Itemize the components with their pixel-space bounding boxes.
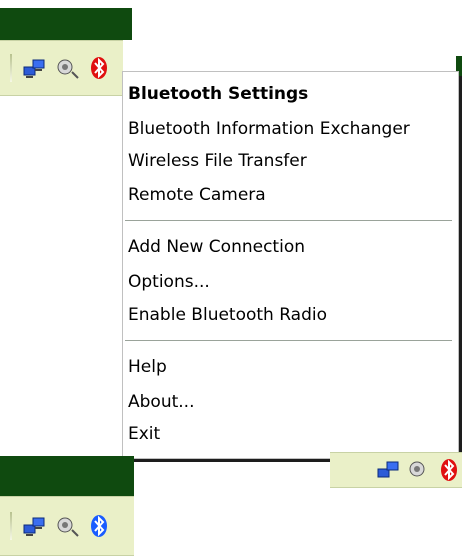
menu-item-information-exchanger[interactable]: Bluetooth Information Exchanger: [128, 117, 410, 141]
menu-item-bluetooth-settings[interactable]: Bluetooth Settings: [128, 82, 308, 106]
network-icon[interactable]: [376, 457, 402, 483]
taskbar-bottom: [0, 456, 134, 496]
volume-icon[interactable]: [406, 457, 432, 483]
menu-item-exit[interactable]: Exit: [128, 422, 160, 446]
menu-item-about[interactable]: About...: [128, 390, 194, 414]
menu-item-enable-bluetooth-radio[interactable]: Enable Bluetooth Radio: [128, 303, 327, 327]
network-icon[interactable]: [22, 55, 48, 81]
menu-item-help[interactable]: Help: [128, 355, 167, 379]
tray-grip: [10, 54, 12, 82]
menu-separator: [125, 220, 452, 222]
tray-grip: [10, 512, 12, 540]
menu-item-options[interactable]: Options...: [128, 270, 210, 294]
bluetooth-context-menu: Bluetooth Settings Bluetooth Information…: [123, 72, 458, 458]
network-icon[interactable]: [22, 513, 48, 539]
menu-item-wireless-file-transfer[interactable]: Wireless File Transfer: [128, 149, 307, 173]
bluetooth-icon[interactable]: [86, 513, 112, 539]
taskbar-top: [0, 8, 132, 40]
volume-icon[interactable]: [54, 55, 80, 81]
menu-item-add-new-connection[interactable]: Add New Connection: [128, 235, 305, 259]
bluetooth-icon[interactable]: [436, 457, 462, 483]
menu-separator: [125, 340, 452, 342]
system-tray-bottom: [0, 496, 134, 556]
system-tray-top: [0, 40, 123, 96]
volume-icon[interactable]: [54, 513, 80, 539]
menu-item-remote-camera[interactable]: Remote Camera: [128, 183, 266, 207]
system-tray-middle: [330, 452, 462, 488]
bluetooth-icon[interactable]: [86, 55, 112, 81]
